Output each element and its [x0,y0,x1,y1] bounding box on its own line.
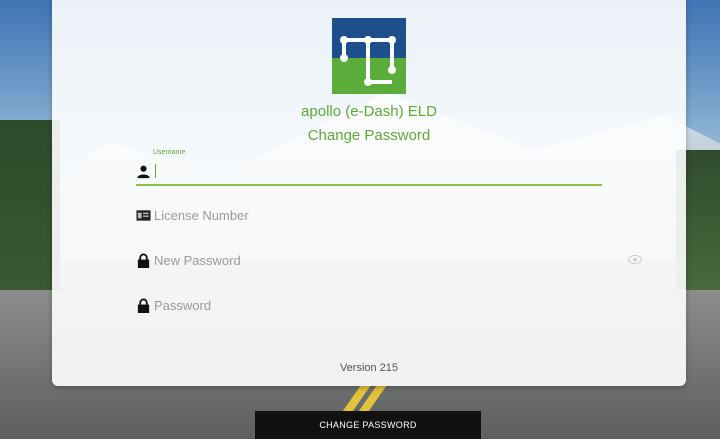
app-title: apollo (e-Dash) ELD [301,103,437,120]
new-password-field[interactable]: New Password [136,249,602,273]
login-card: apollo (e-Dash) ELD Change Password User… [52,0,686,386]
person-icon [137,165,150,179]
username-floating-label: Username [153,149,186,156]
lock-icon [137,253,150,268]
lock-icon [137,298,150,313]
text-cursor [155,164,156,178]
username-field[interactable] [136,160,602,186]
change-password-button[interactable]: CHANGE PASSWORD [255,411,481,439]
password-field[interactable]: Password [136,294,602,318]
password-placeholder: Password [154,298,212,313]
id-card-icon [136,210,151,221]
page-subtitle: Change Password [307,127,431,144]
apollo-logo [332,18,406,94]
license-number-field[interactable]: License Number [136,204,602,228]
show-password-icon[interactable] [628,255,642,264]
new-password-placeholder: New Password [154,253,241,268]
license-number-placeholder: License Number [154,208,249,223]
version-label: Version 215 [339,362,399,374]
